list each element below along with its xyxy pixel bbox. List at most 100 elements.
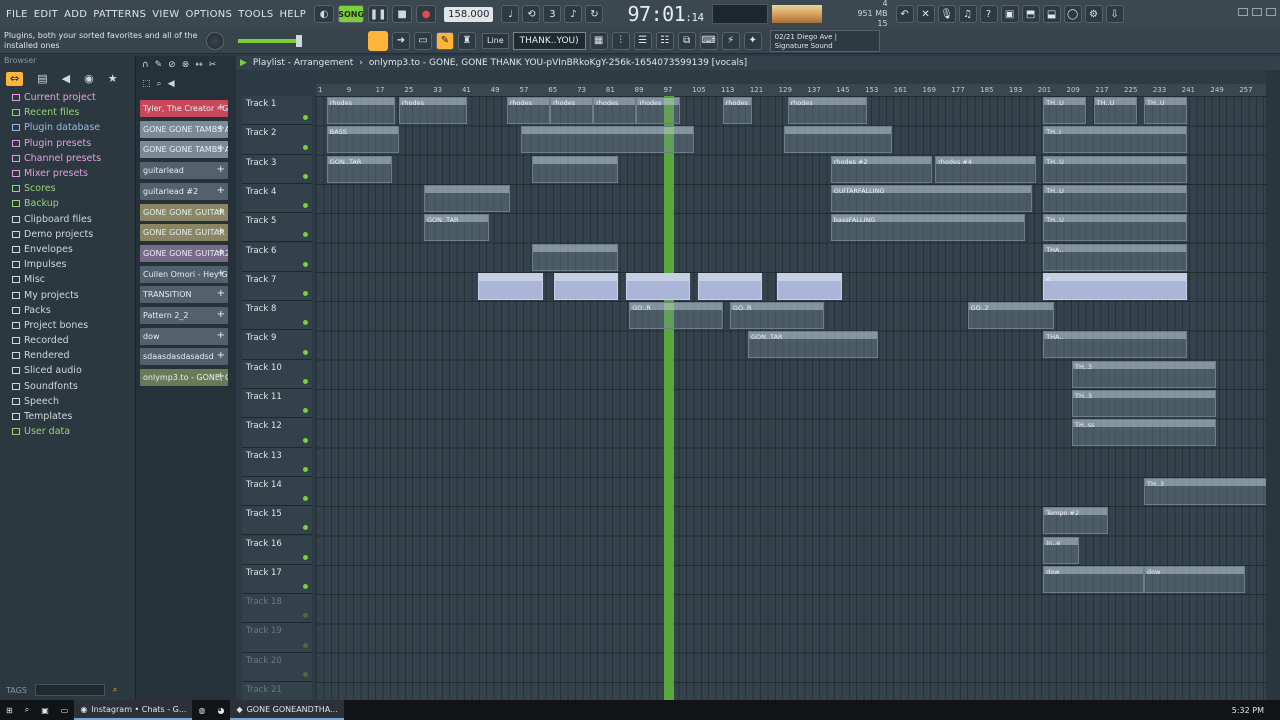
menu-help[interactable]: HELP bbox=[279, 9, 306, 20]
track-mute-led[interactable] bbox=[303, 584, 308, 590]
browser-item[interactable]: Channel presets bbox=[0, 151, 135, 166]
track-header[interactable]: Track 17 bbox=[242, 564, 312, 595]
playlist-clip[interactable]: rhodes bbox=[550, 97, 594, 124]
tags-input[interactable] bbox=[34, 684, 105, 696]
pattern-clip-item[interactable]: Tyler, The Creator - G... + bbox=[140, 100, 228, 117]
menu-file[interactable]: FILE bbox=[6, 9, 28, 20]
playlist-clip[interactable]: TH..U bbox=[1043, 155, 1188, 183]
playlist-clip[interactable]: TH..3 bbox=[1144, 477, 1266, 505]
record-button[interactable]: ● bbox=[416, 5, 437, 23]
track-header[interactable]: Track 20 bbox=[242, 652, 312, 682]
track-mute-led[interactable] bbox=[303, 232, 308, 238]
track-mute-led[interactable] bbox=[303, 261, 308, 267]
playlist-clip[interactable]: rhodes bbox=[722, 97, 752, 124]
loop-record-icon[interactable]: ↻ bbox=[585, 5, 604, 23]
pattern-clip-item[interactable]: guitarlead + bbox=[140, 162, 228, 180]
snap-select[interactable]: Line bbox=[482, 32, 509, 49]
browser-item[interactable]: Demo projects bbox=[0, 227, 135, 242]
browser-item[interactable]: Scores bbox=[0, 181, 135, 196]
track-mute-led[interactable] bbox=[303, 144, 308, 150]
browser-item[interactable]: Impulses bbox=[0, 257, 135, 272]
add-clip-icon[interactable]: + bbox=[217, 226, 225, 237]
track-mute-led[interactable] bbox=[303, 671, 308, 677]
stamp-icon[interactable]: ♜ bbox=[458, 31, 476, 50]
add-clip-icon[interactable]: + bbox=[217, 268, 225, 279]
plugin-picker-icon[interactable]: ⧉ bbox=[677, 31, 696, 50]
export-icon[interactable]: ⬒ bbox=[1021, 5, 1040, 23]
pattern-clip-item[interactable]: GONE GONE TAMBS A...+ bbox=[140, 141, 228, 159]
app-icon[interactable]: ▣ bbox=[35, 700, 55, 720]
pattern-clip-item[interactable]: TRANSITION + bbox=[140, 286, 228, 304]
playlist-clip[interactable] bbox=[784, 126, 892, 154]
menu-add[interactable]: ADD bbox=[64, 9, 87, 20]
pattern-clip-item[interactable]: Pattern 2_2 + bbox=[140, 307, 228, 324]
playback-icon[interactable]: ◀ bbox=[168, 79, 175, 92]
help-icon[interactable]: ? bbox=[979, 5, 998, 23]
browser-item[interactable]: Mixer presets bbox=[0, 166, 135, 181]
browser-item[interactable]: Backup bbox=[0, 196, 135, 211]
playlist-clip[interactable]: TH..3 bbox=[1072, 390, 1216, 417]
play-arrow-icon[interactable]: ➜ bbox=[392, 31, 410, 50]
track-mute-led[interactable] bbox=[303, 291, 308, 297]
playlist-clip[interactable]: TH..I bbox=[1043, 126, 1188, 154]
playlist-clip[interactable]: THA.. bbox=[1043, 331, 1188, 359]
spotify-icon[interactable]: ◕ bbox=[211, 700, 230, 720]
browser-item[interactable]: Recorded bbox=[0, 333, 135, 348]
speaker-tab-icon[interactable]: ◀ bbox=[62, 72, 70, 86]
pattern-clip-item[interactable]: Cullen Omori - Hey G... + bbox=[140, 265, 228, 283]
microphone-icon[interactable]: 🎙 bbox=[937, 5, 956, 23]
track-header[interactable]: Track 5 bbox=[242, 213, 312, 243]
track-header[interactable]: Track 6 bbox=[242, 242, 312, 272]
playlist-clip[interactable] bbox=[697, 272, 763, 300]
add-clip-icon[interactable]: + bbox=[217, 371, 225, 382]
pattern-selector[interactable]: THANK..YOU) bbox=[512, 31, 586, 50]
playlist-clip[interactable]: rhodes #4 bbox=[935, 155, 1036, 183]
browser-item[interactable]: Clipboard files bbox=[0, 212, 135, 227]
playlist-clip[interactable]: TH..3 bbox=[1072, 360, 1216, 388]
countdown-icon[interactable]: 3 bbox=[543, 5, 562, 23]
playlist-clip[interactable]: TH..U bbox=[1043, 184, 1188, 212]
playlist-clip[interactable]: TH..U bbox=[1093, 97, 1137, 124]
chat-icon[interactable]: ◯ bbox=[1063, 5, 1082, 23]
track-mute-led[interactable] bbox=[303, 554, 308, 560]
add-clip-icon[interactable]: + bbox=[217, 309, 225, 320]
pattern-clip-item[interactable]: GONE GONE TAMBS A...+ bbox=[140, 120, 228, 138]
track-mute-led[interactable] bbox=[303, 115, 308, 121]
playlist-clip[interactable]: rhodes bbox=[593, 97, 637, 124]
playlist-clip[interactable]: rhodes bbox=[506, 97, 550, 124]
playlist-clip[interactable]: bassFALLING bbox=[830, 214, 1026, 242]
playlist-clip[interactable]: Tempo #2 bbox=[1043, 507, 1108, 535]
playlist-clip[interactable]: rhodes #2 bbox=[830, 155, 932, 183]
add-clip-icon[interactable]: + bbox=[217, 102, 225, 113]
browser-item[interactable]: Templates bbox=[0, 409, 135, 424]
search-taskbar-icon[interactable]: ⌕ bbox=[19, 700, 35, 720]
playlist-clip[interactable] bbox=[553, 272, 619, 300]
track-header[interactable]: Track 15 bbox=[242, 506, 312, 536]
playlist-clip[interactable]: TH..U bbox=[1043, 97, 1087, 124]
all-tab-icon[interactable]: ⇔ bbox=[6, 72, 24, 86]
menu-edit[interactable]: EDIT bbox=[34, 9, 58, 20]
mixer-view-icon[interactable]: ⫶ bbox=[611, 31, 630, 50]
pattern-clip-item[interactable]: GONE GONE GUITAR + bbox=[140, 203, 228, 221]
render-icon[interactable]: ⬓ bbox=[1042, 5, 1061, 23]
vertical-scrollbar[interactable] bbox=[1266, 70, 1280, 700]
browser-item[interactable]: User data bbox=[0, 424, 135, 439]
pattern-song-toggle-icon[interactable]: ◐ bbox=[314, 5, 335, 23]
browser-item[interactable]: Plugin database bbox=[0, 120, 135, 135]
playhead[interactable] bbox=[664, 96, 674, 700]
menu-tools[interactable]: TOOLS bbox=[238, 9, 273, 20]
track-mute-led[interactable] bbox=[303, 642, 308, 648]
playlist-clip[interactable]: BASS bbox=[326, 126, 399, 154]
playlist-clip[interactable]: GON..TAR bbox=[326, 155, 392, 183]
step-edit-icon[interactable]: ♪ bbox=[564, 5, 583, 23]
track-mute-led[interactable] bbox=[303, 613, 308, 619]
track-mute-led[interactable] bbox=[303, 349, 308, 355]
overview-strip[interactable] bbox=[316, 70, 1266, 84]
playlist-clip[interactable]: GON..TAR bbox=[424, 214, 489, 242]
track-header[interactable]: Track 19 bbox=[242, 623, 312, 653]
track-header[interactable]: Track 2 bbox=[242, 125, 312, 155]
playlist-clip[interactable]: GON..TAR bbox=[748, 331, 878, 359]
playlist-clip[interactable]: dow bbox=[1144, 565, 1245, 593]
playlist-clip[interactable]: dow bbox=[1043, 565, 1144, 593]
stop-button[interactable]: ■ bbox=[392, 5, 413, 23]
